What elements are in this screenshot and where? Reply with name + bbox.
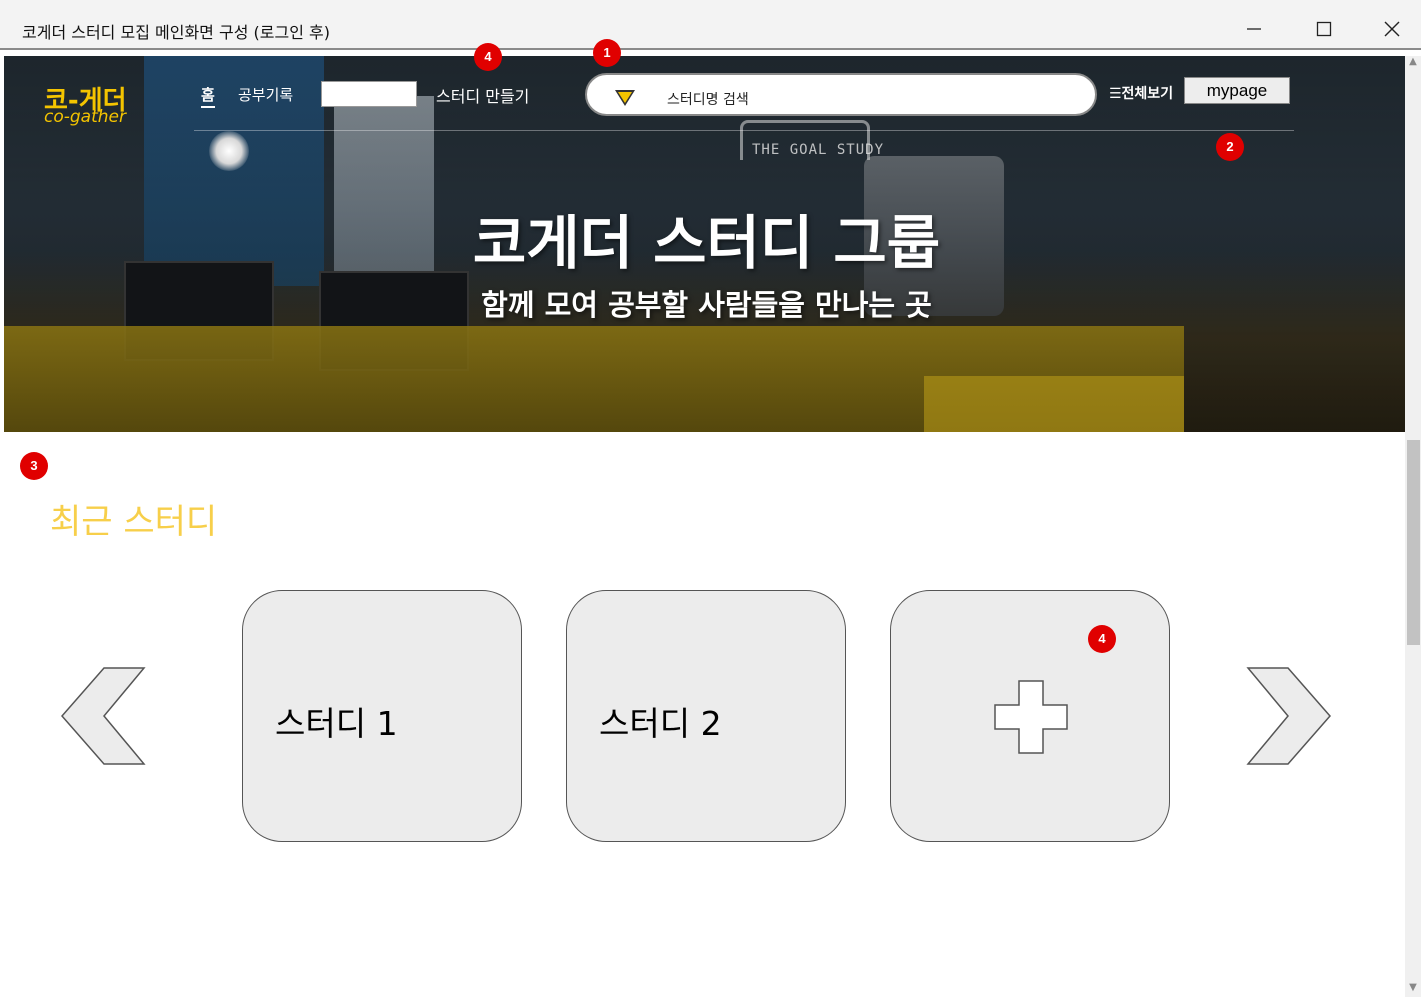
mypage-button[interactable]: mypage xyxy=(1184,77,1290,104)
maximize-icon xyxy=(1316,21,1332,37)
scroll-up-icon[interactable]: ▲ xyxy=(1407,56,1419,70)
plus-icon xyxy=(994,680,1068,754)
window-title: 코게더 스터디 모집 메인화면 구성 (로그인 후) xyxy=(22,23,330,42)
study-card-label: 스터디 1 xyxy=(275,704,398,743)
nav-record-link[interactable]: 공부기록 xyxy=(238,84,293,105)
maximize-button[interactable] xyxy=(1302,14,1346,44)
hero-photo-counter xyxy=(924,376,1184,432)
hero-title: 코게더 스터디 그룹 xyxy=(472,209,941,277)
recent-studies-title: 최근 스터디 xyxy=(50,502,218,542)
close-icon xyxy=(1384,21,1400,37)
scroll-down-icon[interactable]: ▼ xyxy=(1407,982,1419,996)
hero-subtitle: 함께 모여 공부할 사람들을 만나는 곳 xyxy=(481,288,932,322)
title-bar: 코게더 스터디 모집 메인화면 구성 (로그인 후) xyxy=(0,0,1421,50)
scrollbar-thumb[interactable] xyxy=(1407,440,1420,645)
triangle-down-icon-fill xyxy=(618,92,632,103)
nav-home-underline xyxy=(201,106,215,108)
close-button[interactable] xyxy=(1370,14,1414,44)
app-window: 코게더 스터디 모집 메인화면 구성 (로그인 후) THE GOAL STUD… xyxy=(0,0,1421,997)
nav-create-study-link[interactable]: 스터디 만들기 xyxy=(436,83,529,107)
view-all-link[interactable]: ☰전체보기 xyxy=(1109,83,1173,103)
annotation-badge: 4 xyxy=(474,43,502,71)
minimize-button[interactable] xyxy=(1232,14,1276,44)
nav-record-input[interactable] xyxy=(321,81,417,107)
annotation-badge: 3 xyxy=(20,452,48,480)
hero-banner: THE GOAL STUDY 코-게더 co-gather 홈 공부기록 스터디… xyxy=(4,56,1409,432)
hero-photo-lamp xyxy=(209,131,249,171)
chevron-left-icon[interactable] xyxy=(58,666,148,766)
nav-home-link[interactable]: 홈 xyxy=(201,84,215,105)
hero-photo-sign-text: THE GOAL STUDY xyxy=(752,142,885,158)
search-bar[interactable]: 스터디명 검색 xyxy=(585,73,1097,116)
chevron-right-icon[interactable] xyxy=(1244,666,1334,766)
annotation-badge: 4 xyxy=(1088,625,1116,653)
annotation-badge: 1 xyxy=(593,39,621,67)
study-card[interactable]: 스터디 2 xyxy=(566,590,846,842)
nav-divider xyxy=(194,130,1294,131)
minimize-icon xyxy=(1247,28,1261,30)
study-card-label: 스터디 2 xyxy=(599,704,722,743)
search-placeholder: 스터디명 검색 xyxy=(667,92,749,108)
annotation-badge: 2 xyxy=(1216,133,1244,161)
logo-english[interactable]: co-gather xyxy=(44,107,126,127)
add-study-card[interactable] xyxy=(890,590,1170,842)
study-card[interactable]: 스터디 1 xyxy=(242,590,522,842)
